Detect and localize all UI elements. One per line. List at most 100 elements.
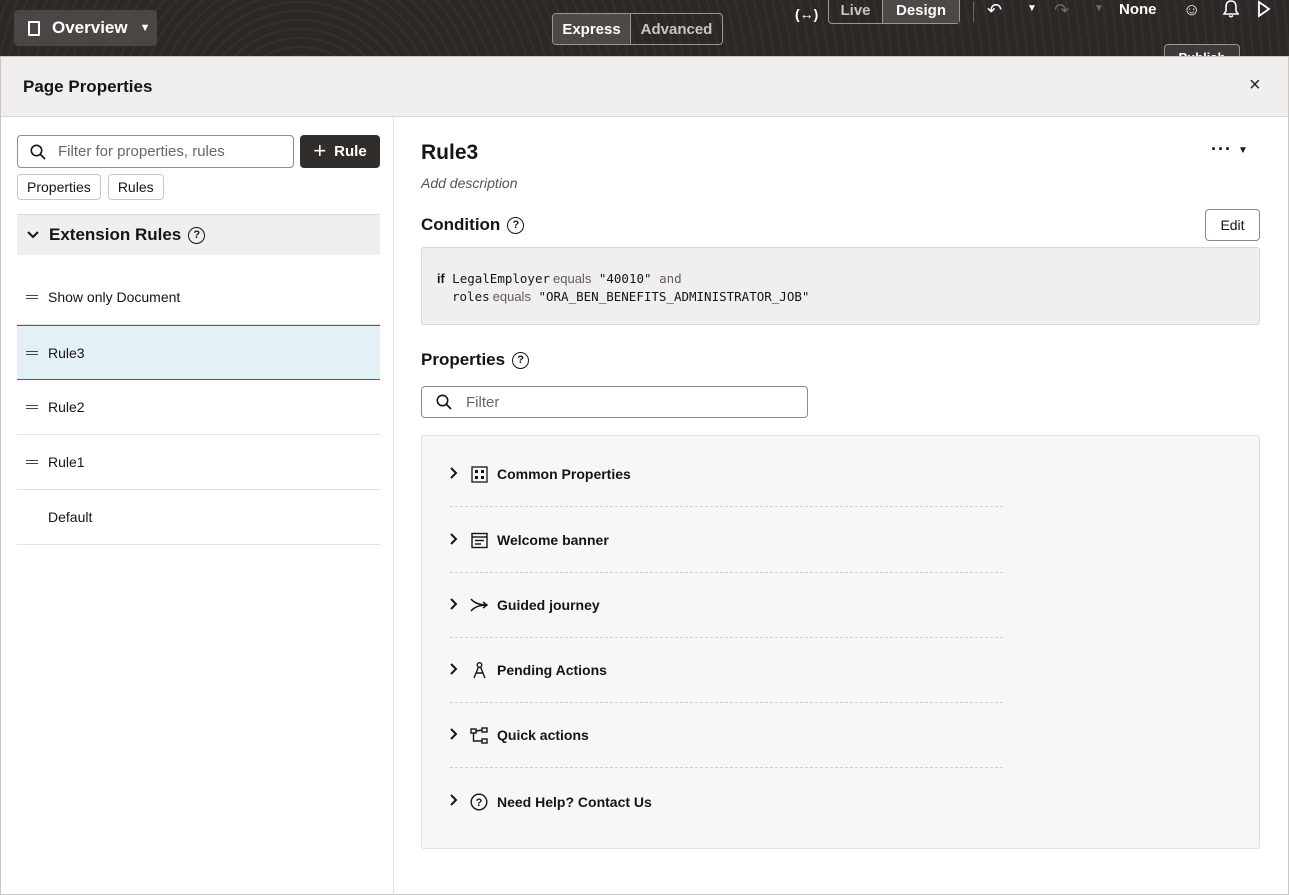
condition-expression: if LegalEmployer equals "40010" and roles… (421, 247, 1260, 325)
condition-line-2: roles equals "ORA_BEN_BENEFITS_ADMINISTRA… (437, 288, 1259, 305)
rule-label: Default (48, 509, 93, 525)
condition-operator: equals (492, 289, 531, 304)
search-placeholder: Filter for properties, rules (58, 143, 225, 160)
filter-placeholder: Filter (466, 393, 500, 411)
property-group-label: Pending Actions (497, 662, 607, 678)
journey-icon (470, 596, 488, 614)
property-group-label: Quick actions (497, 727, 589, 743)
chip-properties[interactable]: Properties (17, 174, 101, 200)
page-properties-dialog: Page Properties × Filter for properties,… (0, 56, 1289, 895)
property-group-label: Need Help? Contact Us (497, 793, 652, 810)
property-group-common-properties[interactable]: Common Properties (450, 442, 1003, 507)
property-group-guided-journey[interactable]: Guided journey (450, 573, 1003, 638)
rules-list: Show only Document Rule3 Rule2 Rule1 Def… (17, 270, 380, 545)
advanced-mode-button[interactable]: Advanced (631, 14, 722, 44)
property-group-quick-actions[interactable]: Quick actions (450, 703, 1003, 768)
chevron-right-icon (450, 532, 460, 548)
condition-heading: Condition ? (421, 215, 525, 235)
property-group-label: Welcome banner (497, 532, 609, 548)
property-group-label: Guided journey (497, 597, 600, 613)
rule-description-field[interactable]: Add description (421, 175, 518, 191)
rule-title[interactable]: Rule3 (421, 141, 478, 165)
chevron-right-icon (450, 727, 460, 743)
undo-menu-icon[interactable]: ▼ (1027, 3, 1037, 14)
drag-handle-icon[interactable] (26, 405, 38, 409)
chip-rules[interactable]: Rules (107, 174, 164, 200)
dialog-title: Page Properties (23, 77, 153, 96)
preview-play-icon[interactable] (1257, 0, 1271, 18)
sandbox-selector[interactable]: None (1119, 1, 1157, 18)
help-icon[interactable]: ? (188, 226, 206, 244)
help-circle-icon: ? (470, 792, 488, 811)
flow-icon (470, 726, 488, 744)
rule-item-default[interactable]: Default (17, 490, 380, 545)
banner-icon (470, 531, 488, 549)
chevron-right-icon (450, 662, 460, 678)
smiley-icon[interactable]: ☺ (1183, 0, 1200, 20)
more-actions-icon[interactable]: ··· ▼ (1211, 139, 1249, 160)
properties-search-input[interactable]: Filter for properties, rules (17, 135, 294, 168)
caret-down-icon: ▼ (139, 22, 151, 34)
if-keyword: if (437, 272, 445, 286)
extension-rules-header[interactable]: Extension Rules ? (17, 214, 380, 255)
condition-value: "40010" (598, 271, 652, 286)
property-group-pending-actions[interactable]: Pending Actions (450, 638, 1003, 703)
page-selector-button[interactable]: Overview ▼ (14, 10, 157, 46)
properties-heading: Properties ? (421, 350, 530, 370)
chevron-right-icon (450, 794, 460, 809)
rule-label: Rule2 (48, 399, 85, 415)
rule-item-rule2[interactable]: Rule2 (17, 380, 380, 435)
rule-label: Show only Document (48, 289, 181, 305)
condition-operator: equals (553, 271, 592, 286)
redo-icon[interactable]: ↷ (1054, 0, 1069, 21)
property-group-need-help[interactable]: ? Need Help? Contact Us (450, 769, 1003, 834)
rule-item-rule3[interactable]: Rule3 (17, 325, 380, 380)
bell-icon[interactable] (1222, 0, 1240, 18)
drag-handle-icon[interactable] (26, 460, 38, 464)
drag-handle-icon[interactable] (26, 350, 38, 355)
editor-mode-toggle: Express Advanced (552, 13, 723, 45)
design-mode-button[interactable]: Design (883, 0, 959, 23)
condition-value: "ORA_BEN_BENEFITS_ADMINISTRATOR_JOB" (538, 289, 810, 304)
rule-label: Rule1 (48, 454, 85, 470)
add-rule-label: Rule (334, 143, 367, 160)
rule-item-show-only-document[interactable]: Show only Document (17, 270, 380, 325)
chevron-right-icon (450, 466, 460, 482)
extension-rules-title: Extension Rules (49, 225, 182, 244)
add-rule-button[interactable]: + Rule (300, 135, 380, 168)
edit-condition-button[interactable]: Edit (1205, 209, 1260, 241)
document-icon (28, 20, 40, 36)
property-group-welcome-banner[interactable]: Welcome banner (450, 508, 1003, 573)
dialog-header: Page Properties × (1, 57, 1288, 117)
app-header: Overview ▼ Express Advanced (↔) Live Des… (0, 0, 1289, 56)
close-icon[interactable]: × (1249, 74, 1261, 97)
help-icon[interactable]: ? (512, 351, 530, 369)
rule-item-rule1[interactable]: Rule1 (17, 435, 380, 490)
svg-text:?: ? (476, 797, 483, 809)
condition-field: LegalEmployer (452, 271, 551, 286)
help-icon[interactable]: ? (507, 216, 525, 234)
condition-line-1: if LegalEmployer equals "40010" and (437, 270, 1259, 288)
rule-label: Rule3 (48, 344, 85, 361)
undo-icon[interactable]: ↶ (987, 0, 1002, 21)
page-selector-label: Overview (52, 18, 128, 37)
property-group-label: Common Properties (497, 466, 631, 482)
condition-field: roles (452, 289, 490, 304)
properties-title: Properties (421, 350, 506, 369)
drag-handle-icon[interactable] (26, 295, 38, 299)
chevron-down-icon (27, 228, 39, 242)
grid-icon (470, 465, 488, 483)
redo-menu-icon[interactable]: ▼ (1094, 3, 1104, 14)
express-mode-button[interactable]: Express (553, 14, 631, 44)
properties-filter-input[interactable]: Filter (421, 386, 808, 418)
variables-icon[interactable]: (↔) (795, 6, 818, 22)
search-icon (436, 394, 452, 410)
live-mode-button[interactable]: Live (829, 0, 883, 23)
condition-conjunction: and (659, 271, 682, 286)
condition-title: Condition (421, 215, 501, 234)
view-mode-toggle: Live Design (828, 0, 960, 24)
compass-icon (470, 661, 488, 679)
property-groups: Common Properties Welcome banner Guided … (421, 435, 1260, 849)
rules-panel: Filter for properties, rules + Rule Prop… (1, 117, 394, 895)
publish-button[interactable]: Publish (1164, 44, 1240, 56)
